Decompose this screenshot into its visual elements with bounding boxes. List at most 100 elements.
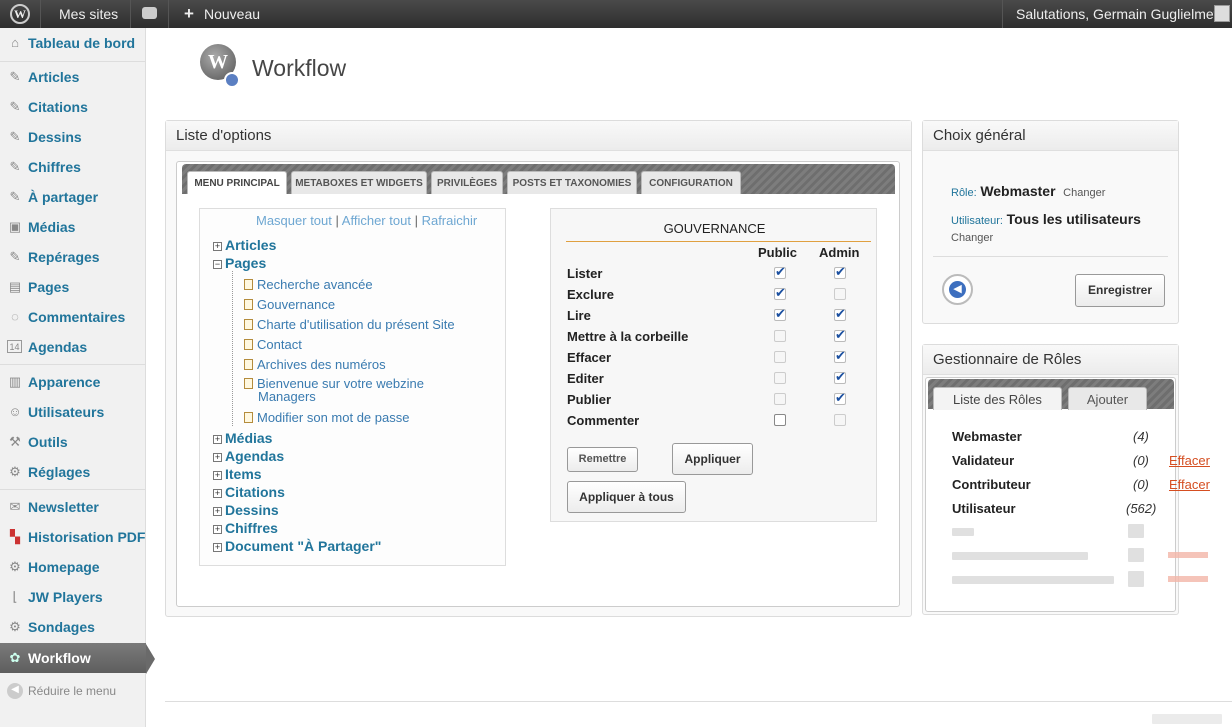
tab-privileges[interactable]: PRIVILÈGES: [431, 171, 503, 194]
collapse-all-link[interactable]: Masquer tout: [256, 213, 332, 228]
tab-metaboxes-widgets[interactable]: METABOXES ET WIDGETS: [291, 171, 427, 194]
sidebar-item-outils[interactable]: ⚒ Outils: [0, 427, 146, 457]
tree-node-citations[interactable]: + Citations: [213, 484, 285, 500]
tree-child-page[interactable]: Recherche avancée: [244, 277, 373, 292]
sidebar-item-articles[interactable]: ✎ Articles: [0, 62, 146, 92]
tree-node-articles[interactable]: + Articles: [213, 237, 276, 253]
sidebar-item-historisation-pdf[interactable]: ▚ Historisation PDF: [0, 522, 146, 552]
sidebar-item-dashboard[interactable]: ⌂ Tableau de bord: [0, 28, 146, 58]
tree-links: Masquer tout | Afficher tout | Rafraichi…: [256, 213, 478, 228]
reset-button[interactable]: Remettre: [567, 447, 638, 472]
sidebar-item-commentaires[interactable]: ◌ Commentaires: [0, 302, 146, 332]
sidebar-item-medias[interactable]: ▣ Médias: [0, 212, 146, 242]
tab-roles-list[interactable]: Liste des Rôles: [933, 387, 1062, 410]
back-arrow-icon[interactable]: ◀: [942, 274, 973, 305]
tree-node-chiffres[interactable]: + Chiffres: [213, 520, 278, 536]
sidebar-item-sondages[interactable]: ⚙ Sondages: [0, 612, 146, 642]
sidebar-item-a-partager[interactable]: ✎ À partager: [0, 182, 146, 212]
blurred-role-row: [1128, 571, 1144, 587]
delete-role-link[interactable]: Effacer: [1169, 453, 1210, 468]
checkbox-admin-lister[interactable]: [834, 264, 846, 280]
tab-add-role[interactable]: Ajouter: [1068, 387, 1147, 410]
checkbox-admin-commenter[interactable]: [834, 414, 846, 426]
blurred-role-row: [952, 552, 1088, 560]
apply-button[interactable]: Appliquer: [672, 443, 753, 475]
apply-all-button[interactable]: Appliquer à tous: [567, 481, 686, 513]
expand-icon[interactable]: +: [213, 525, 222, 534]
tree-node-document-a-partager[interactable]: + Document "À Partager": [213, 538, 381, 554]
checkbox-public-editer[interactable]: [774, 372, 786, 384]
tree-node-dessins[interactable]: + Dessins: [213, 502, 279, 518]
gov-row-label: Editer: [567, 371, 604, 386]
sidebar-item-apparence[interactable]: ▥ Apparence: [0, 367, 146, 397]
checkbox-admin-corbeille[interactable]: [834, 327, 846, 343]
comment-bubble-icon[interactable]: [142, 7, 157, 19]
sidebar-item-dessins[interactable]: ✎ Dessins: [0, 122, 146, 152]
tree-child-page[interactable]: Archives des numéros: [244, 357, 386, 372]
pin-icon: ✎: [9, 129, 21, 144]
checkbox-admin-lire[interactable]: [834, 306, 846, 322]
change-role-link[interactable]: Changer: [1063, 187, 1105, 199]
checkbox-public-effacer[interactable]: [774, 351, 786, 363]
tree-child-page[interactable]: Contact: [244, 337, 302, 352]
gov-row-label: Commenter: [567, 413, 640, 428]
expand-icon[interactable]: +: [213, 435, 222, 444]
sidebar-item-chiffres[interactable]: ✎ Chiffres: [0, 152, 146, 182]
plus-icon[interactable]: +: [184, 0, 194, 28]
sidebar-item-reperages[interactable]: ✎ Repérages: [0, 242, 146, 272]
tab-posts-taxonomies[interactable]: POSTS ET TAXONOMIES: [507, 171, 637, 194]
tab-menu-principal[interactable]: MENU PRINCIPAL: [187, 171, 287, 194]
account-greeting[interactable]: Salutations, Germain Guglielmetti: [1016, 0, 1225, 28]
collapse-icon[interactable]: −: [213, 260, 222, 269]
sidebar-item-citations[interactable]: ✎ Citations: [0, 92, 146, 122]
checkbox-public-corbeille[interactable]: [774, 330, 786, 342]
document-icon: [244, 339, 253, 350]
tree-child-page[interactable]: Bienvenue sur votre webzine Managers: [244, 377, 424, 403]
checkbox-admin-exclure[interactable]: [834, 288, 846, 300]
expand-icon[interactable]: +: [213, 471, 222, 480]
tree-node-items[interactable]: + Items: [213, 466, 262, 482]
new-menu[interactable]: Nouveau: [204, 0, 260, 28]
change-user-link[interactable]: Changer: [951, 232, 993, 244]
expand-icon[interactable]: +: [213, 489, 222, 498]
sidebar-item-workflow[interactable]: ✿ Workflow: [0, 643, 146, 673]
expand-all-link[interactable]: Afficher tout: [342, 213, 411, 228]
sidebar-item-newsletter[interactable]: ✉ Newsletter: [0, 492, 146, 522]
avatar[interactable]: [1214, 5, 1230, 22]
expand-icon[interactable]: +: [213, 543, 222, 552]
collapse-menu-button[interactable]: ◀ Réduire le menu: [0, 676, 146, 706]
checkbox-public-exclure[interactable]: [774, 285, 786, 301]
blurred-footer-text: [1152, 714, 1222, 724]
wordpress-logo-icon[interactable]: W: [10, 4, 30, 24]
my-sites-menu[interactable]: Mes sites: [59, 0, 118, 28]
save-button[interactable]: Enregistrer: [1075, 274, 1165, 307]
settings-icon: ⚙: [9, 464, 21, 479]
sidebar-item-homepage[interactable]: ⚙ Homepage: [0, 552, 146, 582]
checkbox-admin-effacer[interactable]: [834, 348, 846, 364]
checkbox-public-publier[interactable]: [774, 393, 786, 405]
checkbox-admin-editer[interactable]: [834, 369, 846, 385]
checkbox-public-commenter[interactable]: [774, 414, 786, 426]
delete-role-link[interactable]: Effacer: [1169, 477, 1210, 492]
expand-icon[interactable]: +: [213, 453, 222, 462]
tree-child-page[interactable]: Modifier son mot de passe: [244, 410, 409, 425]
checkbox-public-lister[interactable]: [774, 264, 786, 280]
tree-child-page[interactable]: Gouvernance: [244, 297, 335, 312]
expand-icon[interactable]: +: [213, 507, 222, 516]
refresh-link[interactable]: Rafraichir: [422, 213, 478, 228]
tree-node-pages[interactable]: − Pages: [213, 255, 266, 271]
sidebar-item-agendas[interactable]: 14 Agendas: [0, 332, 146, 362]
tab-configuration[interactable]: CONFIGURATION: [641, 171, 741, 194]
expand-icon[interactable]: +: [213, 242, 222, 251]
sidebar-item-jw-players[interactable]: ⌊ JW Players: [0, 582, 146, 612]
general-divider: [933, 256, 1168, 257]
sidebar-item-reglages[interactable]: ⚙ Réglages: [0, 457, 146, 487]
checkbox-public-lire[interactable]: [774, 306, 786, 322]
checkbox-admin-publier[interactable]: [834, 390, 846, 406]
tree-child-page[interactable]: Charte d'utilisation du présent Site: [244, 317, 455, 332]
sidebar-item-utilisateurs[interactable]: ☺ Utilisateurs: [0, 397, 146, 427]
tree-node-agendas[interactable]: + Agendas: [213, 448, 284, 464]
sidebar-item-pages[interactable]: ▤ Pages: [0, 272, 146, 302]
tree-node-medias[interactable]: + Médias: [213, 430, 272, 446]
role-name: Utilisateur: [952, 501, 1016, 516]
